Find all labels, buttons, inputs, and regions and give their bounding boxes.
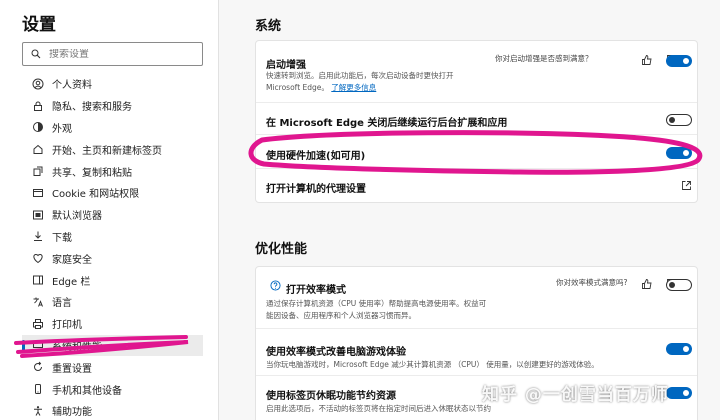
sidebar-item-label: 默认浏览器 xyxy=(52,211,102,223)
sidebar-item-label: Cookie 和网站权限 xyxy=(52,189,140,201)
proxy-settings-title: 打开计算机的代理设置 xyxy=(266,184,366,195)
sidebar-item-share[interactable]: 共享、复制和粘贴 xyxy=(22,160,212,182)
home-icon xyxy=(31,143,44,156)
efficiency-mode-desc-line2: 能因设备、应用程序和个人浏览器习惯而异。 xyxy=(266,311,416,320)
hardware-acceleration-title: 使用硬件加速(如可用) xyxy=(266,151,366,162)
efficiency-mode-desc-line1: 通过保存计算机资源（CPU 使用率）帮助提高电源使用率。权益可 xyxy=(266,299,487,308)
sidebar-item-label: 共享、复制和粘贴 xyxy=(52,167,132,179)
accessibility-icon xyxy=(31,404,44,417)
thumbs-up-icon[interactable] xyxy=(641,278,653,290)
page-title: 设置 xyxy=(22,15,56,35)
row-gaming: 使用效率模式改善电脑游戏体验 当你玩电脑游戏时，Microsoft Edge 减… xyxy=(256,329,697,376)
sidebar-item-edge-bar[interactable]: Edge 栏 xyxy=(22,269,212,291)
efficiency-mode-title: 打开效率模式 xyxy=(286,285,346,296)
startup-boost-desc-line2: Microsoft Edge。 xyxy=(266,83,329,92)
sidebar-item-default-browser[interactable]: 默认浏览器 xyxy=(22,204,212,226)
sidebar-item-label: 家庭安全 xyxy=(52,254,92,266)
external-link-icon[interactable] xyxy=(681,180,692,191)
system-icon xyxy=(31,339,44,352)
sidebar-item-label: 开始、主页和新建标签页 xyxy=(52,145,162,157)
sidebar-item-label: 个人资料 xyxy=(52,80,92,92)
background-apps-toggle[interactable] xyxy=(666,114,692,126)
sidebar-item-start-home[interactable]: 开始、主页和新建标签页 xyxy=(22,138,212,160)
edge-bar-icon xyxy=(31,274,44,287)
help-icon[interactable] xyxy=(270,280,281,291)
row-background-apps: 在 Microsoft Edge 关闭后继续运行后台扩展和应用 xyxy=(256,103,697,135)
startup-boost-desc-line1: 快速转到浏览。启用此功能后，每次启动设备时更快打开 xyxy=(266,71,454,80)
gaming-toggle[interactable] xyxy=(666,343,692,355)
appearance-icon xyxy=(31,121,44,134)
sidebar-item-appearance[interactable]: 外观 xyxy=(22,117,212,139)
sidebar-item-label: 打印机 xyxy=(52,320,82,332)
sidebar-item-label: 外观 xyxy=(52,123,72,135)
learn-more-link[interactable]: 了解更多信息 xyxy=(331,83,376,92)
system-card: 启动增强 快速转到浏览。启用此功能后，每次启动设备时更快打开 Microsoft… xyxy=(255,40,698,203)
section-title-system: 系统 xyxy=(255,19,282,34)
sidebar-item-label: 系统和性能 xyxy=(52,341,102,353)
sidebar-item-accessibility[interactable]: 辅助功能 xyxy=(22,400,212,420)
startup-boost-feedback: 你对启动增强是否感到满意？ xyxy=(495,54,593,63)
sleeping-tabs-title: 使用标签页休眠功能节约资源 xyxy=(266,391,396,402)
sidebar-item-reset[interactable]: 重置设置 xyxy=(22,356,212,378)
cookie-icon xyxy=(31,186,44,199)
search-box[interactable] xyxy=(22,42,203,66)
row-proxy-settings[interactable]: 打开计算机的代理设置 xyxy=(256,169,697,202)
browser-icon xyxy=(31,208,44,221)
section-title-performance: 优化性能 xyxy=(255,242,308,257)
main-content: 系统 启动增强 快速转到浏览。启用此功能后，每次启动设备时更快打开 Micros… xyxy=(219,0,720,420)
sidebar-item-profile[interactable]: 个人资料 xyxy=(22,73,212,95)
startup-boost-desc: 快速转到浏览。启用此功能后，每次启动设备时更快打开 Microsoft Edge… xyxy=(266,70,526,94)
reset-icon xyxy=(31,361,44,374)
startup-boost-toggle[interactable] xyxy=(666,55,692,67)
family-icon xyxy=(31,252,44,265)
sidebar-item-system[interactable]: 系统和性能 xyxy=(22,334,203,357)
background-apps-title: 在 Microsoft Edge 关闭后继续运行后台扩展和应用 xyxy=(266,118,508,129)
language-icon xyxy=(31,295,44,308)
sidebar-item-family[interactable]: 家庭安全 xyxy=(22,247,212,269)
sidebar-item-phone[interactable]: 手机和其他设备 xyxy=(22,378,212,400)
search-icon xyxy=(31,49,41,59)
sidebar-item-label: 手机和其他设备 xyxy=(52,385,122,397)
efficiency-mode-desc: 通过保存计算机资源（CPU 使用率）帮助提高电源使用率。权益可 能因设备、应用程… xyxy=(266,298,566,322)
sidebar-item-label: 隐私、搜索和服务 xyxy=(52,102,132,114)
lock-icon xyxy=(31,99,44,112)
sleeping-tabs-toggle[interactable] xyxy=(666,387,692,399)
hardware-acceleration-toggle[interactable] xyxy=(666,147,692,159)
search-input[interactable] xyxy=(49,48,189,60)
efficiency-mode-feedback: 你对效率模式满意吗? xyxy=(556,278,628,287)
sidebar-item-label: Edge 栏 xyxy=(52,276,91,288)
sidebar-nav: 个人资料 隐私、搜索和服务 外观 开始、主页和新建标签页 共享、复制和粘贴 Co… xyxy=(22,73,212,420)
sidebar-item-label: 下载 xyxy=(52,232,72,244)
row-efficiency-mode: 打开效率模式 你对效率模式满意吗? 通过保存计算机资源（CPU 使用率）帮助提高… xyxy=(256,267,697,329)
profile-icon xyxy=(31,77,44,90)
settings-window: 设置 个人资料 隐私、搜索和服务 外观 开始、主页和新 xyxy=(0,0,720,420)
row-hardware-acceleration: 使用硬件加速(如可用) xyxy=(256,135,697,169)
sidebar-item-label: 重置设置 xyxy=(52,363,92,375)
sidebar-item-label: 辅助功能 xyxy=(52,407,92,419)
sidebar-item-downloads[interactable]: 下载 xyxy=(22,226,212,248)
download-icon xyxy=(31,230,44,243)
sidebar: 设置 个人资料 隐私、搜索和服务 外观 开始、主页和新 xyxy=(0,0,219,420)
sidebar-item-cookies[interactable]: Cookie 和网站权限 xyxy=(22,182,212,204)
sidebar-item-label: 语言 xyxy=(52,298,72,310)
sidebar-item-printers[interactable]: 打印机 xyxy=(22,313,212,335)
sidebar-item-languages[interactable]: 语言 xyxy=(22,291,212,313)
share-icon xyxy=(31,165,44,178)
efficiency-mode-toggle[interactable] xyxy=(666,279,692,291)
startup-boost-title: 启动增强 xyxy=(266,60,306,71)
phone-icon xyxy=(31,383,44,396)
sidebar-item-privacy[interactable]: 隐私、搜索和服务 xyxy=(22,95,212,117)
row-startup-boost: 启动增强 快速转到浏览。启用此功能后，每次启动设备时更快打开 Microsoft… xyxy=(256,41,697,103)
thumbs-up-icon[interactable] xyxy=(641,54,653,66)
printer-icon xyxy=(31,317,44,330)
watermark: 知乎 @一创雪当百万师 xyxy=(482,385,669,405)
gaming-desc: 当你玩电脑游戏时，Microsoft Edge 减少其计算机资源 （CPU） 使… xyxy=(266,360,599,369)
gaming-title: 使用效率模式改善电脑游戏体验 xyxy=(266,347,406,358)
